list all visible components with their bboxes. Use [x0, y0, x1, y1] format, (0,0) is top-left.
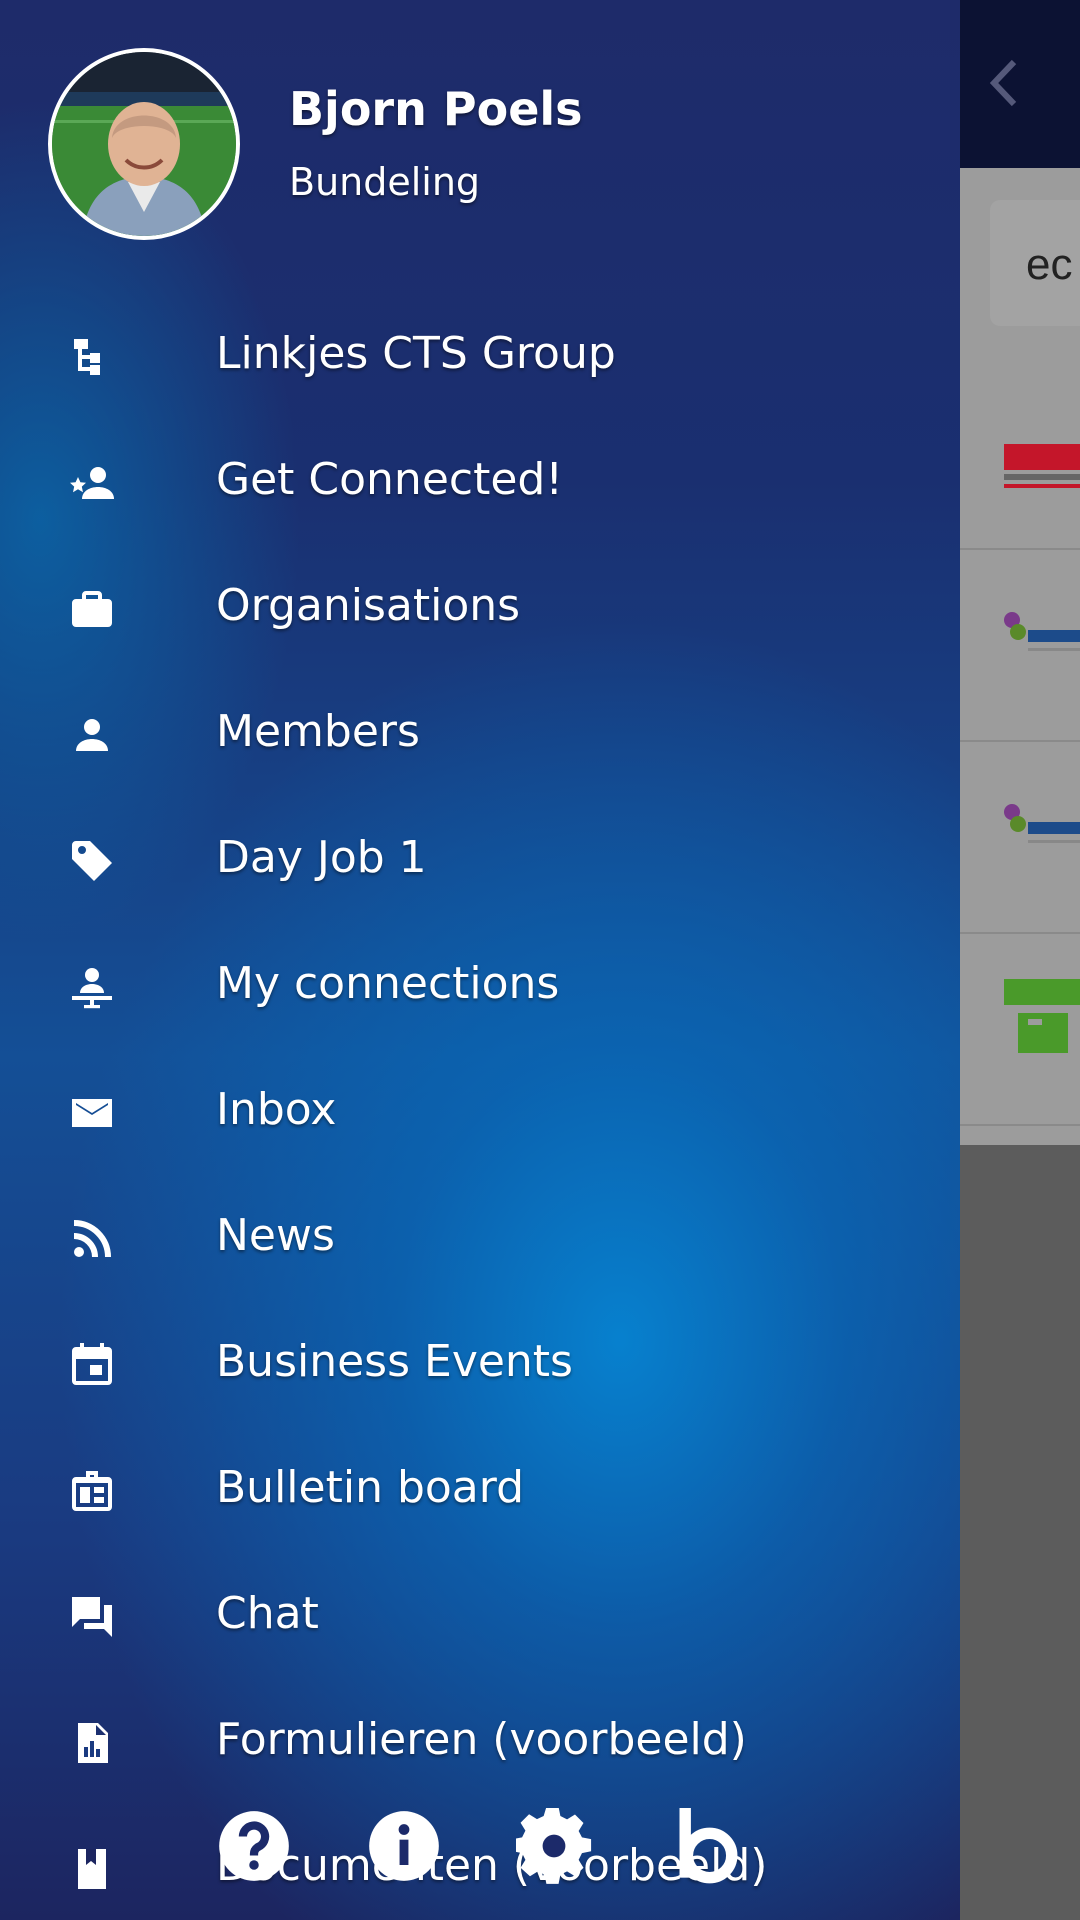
menu-item-formulieren[interactable]: Formulieren (voorbeeld)	[0, 1678, 960, 1804]
background-search-field[interactable]: ec	[990, 200, 1080, 326]
list-item[interactable]	[960, 550, 1080, 742]
menu-item-day-job-1[interactable]: Day Job 1	[0, 796, 960, 922]
avatar-photo	[52, 52, 236, 236]
menu-item-label: Linkjes CTS Group	[216, 328, 616, 379]
menu-item-label: Day Job 1	[216, 832, 427, 883]
briefcase-icon	[68, 585, 116, 633]
drawer-footer	[0, 1800, 960, 1890]
menu-item-label: Organisations	[216, 580, 521, 631]
menu-item-business-events[interactable]: Business Events	[0, 1300, 960, 1426]
settings-icon[interactable]	[516, 1808, 592, 1884]
menu-item-my-connections[interactable]: My connections	[0, 922, 960, 1048]
person-icon	[68, 711, 116, 759]
mail-icon	[68, 1089, 116, 1137]
company-logo	[1004, 979, 1080, 1053]
menu-item-organisations[interactable]: Organisations	[0, 544, 960, 670]
user-name: Bjorn Poels	[289, 82, 583, 136]
help-icon[interactable]	[216, 1808, 292, 1884]
rss-icon	[68, 1215, 116, 1263]
info-icon[interactable]	[366, 1808, 442, 1884]
background-search-text: ec	[1026, 240, 1073, 289]
menu-item-get-connected[interactable]: Get Connected!	[0, 418, 960, 544]
list-item[interactable]	[960, 934, 1080, 1126]
menu-item-chat[interactable]: Chat	[0, 1552, 960, 1678]
menu-item-members[interactable]: Members	[0, 670, 960, 796]
person-connect-icon	[68, 963, 116, 1011]
brand-b-icon[interactable]	[670, 1808, 746, 1884]
background-empty-area	[960, 1145, 1080, 1920]
user-subtitle: Bundeling	[289, 160, 481, 204]
menu-item-linkjes-cts-group[interactable]: Linkjes CTS Group	[0, 292, 960, 418]
person-star-icon	[68, 459, 116, 507]
menu-item-label: Business Events	[216, 1336, 573, 1387]
calendar-icon	[68, 1341, 116, 1389]
menu-item-label: My connections	[216, 958, 560, 1009]
company-logo	[1004, 444, 1080, 488]
menu-item-bulletin-board[interactable]: Bulletin board	[0, 1426, 960, 1552]
background-org-list	[960, 358, 1080, 1126]
list-item[interactable]	[960, 742, 1080, 934]
company-logo	[1004, 612, 1080, 651]
report-icon	[68, 1719, 116, 1767]
company-logo	[1004, 804, 1080, 843]
list-item[interactable]	[960, 358, 1080, 550]
tag-icon	[68, 837, 116, 885]
avatar[interactable]	[48, 48, 240, 240]
menu-item-label: Chat	[216, 1588, 319, 1639]
tree-icon	[68, 333, 116, 381]
menu-item-label: Get Connected!	[216, 454, 563, 505]
menu-item-inbox[interactable]: Inbox	[0, 1048, 960, 1174]
menu-item-label: Bulletin board	[216, 1462, 524, 1513]
bulletin-board-icon	[68, 1467, 116, 1515]
chat-icon	[68, 1593, 116, 1641]
back-arrow-icon[interactable]	[988, 58, 1018, 108]
menu-item-label: Members	[216, 706, 420, 757]
navigation-drawer: Bjorn Poels Bundeling Linkjes CTS Group …	[0, 0, 960, 1920]
menu-item-label: Formulieren (voorbeeld)	[216, 1714, 747, 1765]
menu-item-label: News	[216, 1210, 335, 1261]
drawer-menu: Linkjes CTS Group Get Connected! Organis…	[0, 292, 960, 1920]
menu-item-label: Inbox	[216, 1084, 337, 1135]
menu-item-news[interactable]: News	[0, 1174, 960, 1300]
drawer-header: Bjorn Poels Bundeling	[0, 0, 960, 290]
